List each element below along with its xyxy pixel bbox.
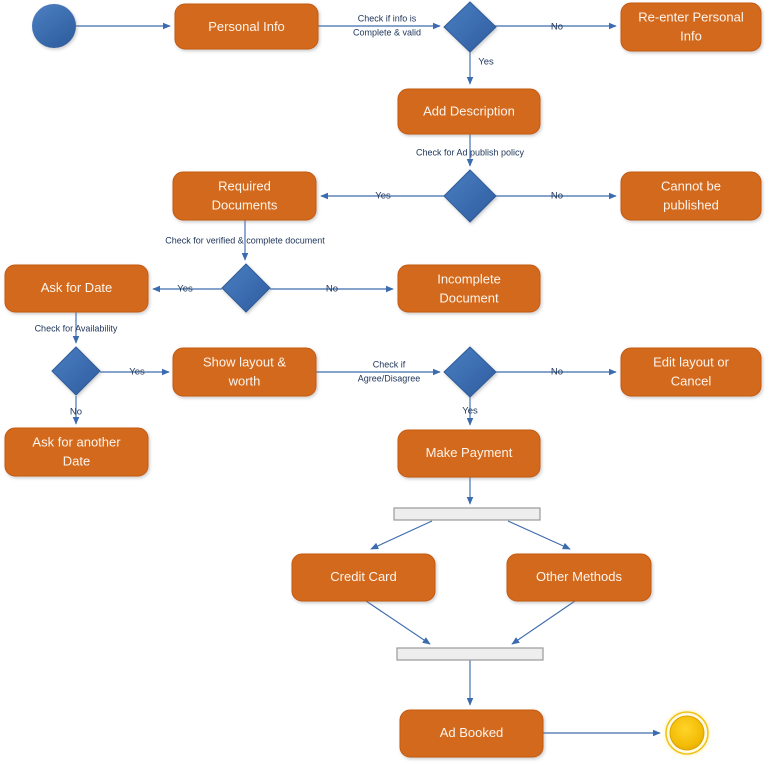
node-cannot-be-published[interactable]: Cannot be published — [620, 171, 762, 221]
cannot-be-published-box[interactable] — [620, 171, 762, 221]
show-layout-worth-box[interactable] — [172, 347, 317, 397]
label-check-info-line2: Complete & valid — [353, 27, 421, 37]
label-info-yes: Yes — [478, 57, 494, 68]
initial-node-circle[interactable] — [32, 4, 76, 48]
label-check-agree-line2: Agree/Disagree — [358, 373, 421, 383]
final-node-circle[interactable] — [669, 715, 705, 751]
node-edit-layout-or-cancel[interactable]: Edit layout or Cancel — [620, 347, 762, 397]
node-decision-documents[interactable] — [221, 263, 271, 313]
ad-booked-box[interactable] — [399, 709, 544, 758]
node-personal-info[interactable]: Personal Info — [174, 3, 319, 50]
ask-for-date-box[interactable] — [4, 264, 149, 313]
node-ad-booked[interactable]: Ad Booked — [399, 709, 544, 758]
node-required-documents[interactable]: Required Documents — [172, 171, 317, 221]
fork-bar-shape[interactable] — [393, 507, 541, 521]
activity-diagram: Personal Info Re-enter Personal Info Add… — [4, 1, 762, 758]
label-check-info-line1: Check if info is — [358, 13, 417, 23]
edge-credit-card-to-join — [365, 600, 431, 645]
node-make-payment[interactable]: Make Payment — [397, 429, 541, 478]
credit-card-box[interactable] — [291, 553, 436, 602]
add-description-box[interactable] — [397, 88, 541, 135]
node-fork-bar[interactable] — [393, 507, 541, 521]
decision-policy-diamond[interactable] — [443, 169, 497, 223]
node-show-layout-worth[interactable]: Show layout & worth — [172, 347, 317, 397]
incomplete-document-box[interactable] — [397, 264, 541, 313]
node-decision-info[interactable] — [443, 1, 497, 53]
edit-layout-or-cancel-box[interactable] — [620, 347, 762, 397]
node-join-bar[interactable] — [396, 647, 544, 661]
label-check-agree-line1: Check if — [373, 359, 406, 369]
join-bar-shape[interactable] — [396, 647, 544, 661]
edge-fork-to-credit-card — [370, 520, 433, 550]
make-payment-box[interactable] — [397, 429, 541, 478]
other-methods-box[interactable] — [506, 553, 652, 602]
label-info-no: No — [551, 22, 563, 33]
node-decision-agree[interactable] — [443, 346, 497, 398]
node-decision-availability[interactable] — [51, 346, 101, 396]
connector-layer — [72, 22, 661, 737]
node-add-description[interactable]: Add Description — [397, 88, 541, 135]
node-incomplete-document[interactable]: Incomplete Document — [397, 264, 541, 313]
node-ask-for-date[interactable]: Ask for Date — [4, 264, 149, 313]
reenter-personal-info-box[interactable] — [620, 2, 762, 52]
required-documents-box[interactable] — [172, 171, 317, 221]
personal-info-box[interactable] — [174, 3, 319, 50]
decision-info-diamond[interactable] — [443, 1, 497, 53]
node-ask-for-another-date[interactable]: Ask for another Date — [4, 427, 149, 477]
node-credit-card[interactable]: Credit Card — [291, 553, 436, 602]
node-reenter-personal-info[interactable]: Re-enter Personal Info — [620, 2, 762, 52]
node-other-methods[interactable]: Other Methods — [506, 553, 652, 602]
edge-fork-to-other-methods — [507, 520, 571, 550]
activity-diagram-canvas: Personal Info Re-enter Personal Info Add… — [0, 0, 769, 765]
node-decision-policy[interactable] — [443, 169, 497, 223]
node-end[interactable] — [665, 711, 709, 755]
decision-availability-diamond[interactable] — [51, 346, 101, 396]
decision-documents-diamond[interactable] — [221, 263, 271, 313]
node-start[interactable] — [32, 4, 76, 48]
edge-other-methods-to-join — [511, 600, 576, 645]
ask-for-another-date-box[interactable] — [4, 427, 149, 477]
decision-agree-diamond[interactable] — [443, 346, 497, 398]
